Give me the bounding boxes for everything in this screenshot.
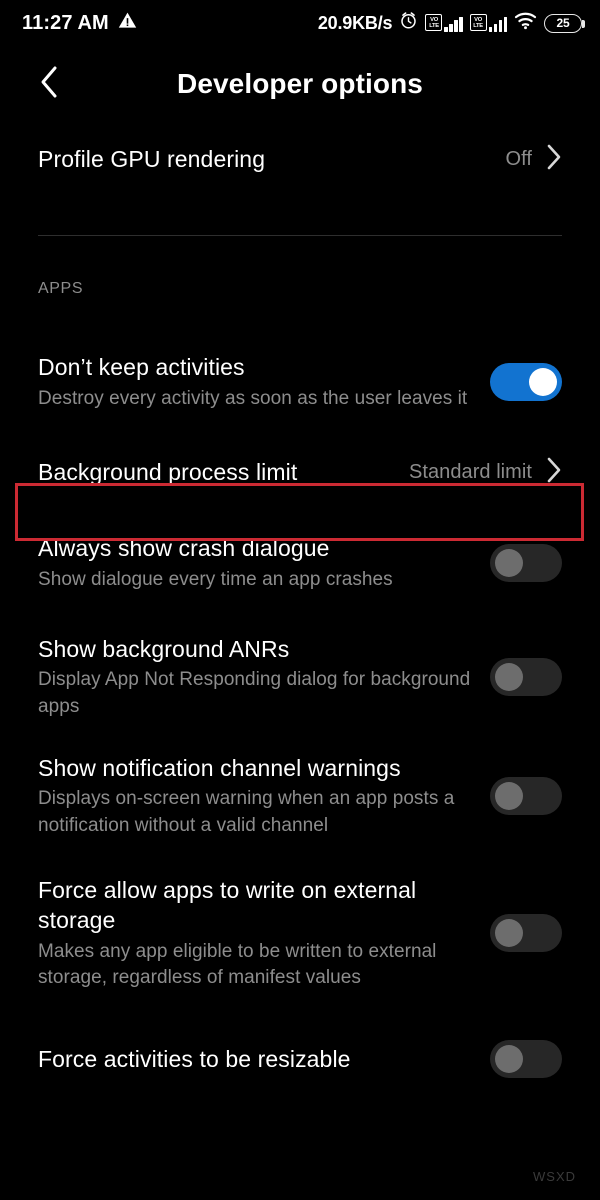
row-texts: Force activities to be resizable <box>38 1044 490 1074</box>
row-value: Standard limit <box>409 460 532 483</box>
status-bar: 11:27 AM 20.9KB/s VO LTE VO LTE 25 <box>0 0 600 46</box>
developer-options-screen: 11:27 AM 20.9KB/s VO LTE VO LTE 25 Devel… <box>0 0 600 1200</box>
signal-bars-sim1 <box>444 15 463 32</box>
toggle-knob <box>529 368 557 396</box>
toggle-show-background-anrs[interactable] <box>490 658 562 696</box>
toggle-force-allow-external-storage[interactable] <box>490 914 562 952</box>
row-texts: Background process limit <box>38 457 409 487</box>
row-texts: Always show crash dialogue Show dialogue… <box>38 533 490 593</box>
sim1-signal-indicator: VO LTE <box>425 14 463 32</box>
row-title: Force activities to be resizable <box>38 1045 351 1072</box>
settings-list: Profile GPU rendering Off APPS Don’t kee… <box>0 122 600 1089</box>
row-subtitle: Show dialogue every time an app crashes <box>38 568 393 590</box>
toggle-knob <box>495 782 523 810</box>
row-title: Force allow apps to write on external st… <box>38 876 417 934</box>
back-button[interactable] <box>28 62 72 106</box>
volte-badge-top: VO <box>429 16 438 23</box>
row-title: Background process limit <box>38 458 298 485</box>
row-subtitle: Makes any app eligible to be written to … <box>38 940 437 988</box>
battery-indicator: 25 <box>544 13 585 33</box>
row-always-show-crash-dialogue[interactable]: Always show crash dialogue Show dialogue… <box>0 526 600 600</box>
row-title: Show background ANRs <box>38 636 290 663</box>
sim2-signal-indicator: VO LTE <box>469 14 507 32</box>
status-bar-left: 11:27 AM <box>22 11 137 35</box>
row-dont-keep-activities[interactable]: Don’t keep activities Destroy every acti… <box>0 340 600 424</box>
row-texts: Force allow apps to write on external st… <box>38 875 490 991</box>
toggle-force-activities-resizable[interactable] <box>490 1040 562 1078</box>
row-title: Don’t keep activities <box>38 354 245 381</box>
volte-badge-bottom: LTE <box>473 22 483 29</box>
row-texts: Profile GPU rendering <box>38 144 506 174</box>
toggle-knob <box>495 549 523 577</box>
watermark: WSXD <box>533 1169 576 1184</box>
row-texts: Show background ANRs Display App Not Res… <box>38 634 490 720</box>
warning-triangle-icon <box>118 11 137 35</box>
toggle-dont-keep-activities[interactable] <box>490 363 562 401</box>
row-texts: Show notification channel warnings Displ… <box>38 753 490 839</box>
status-bar-right: 20.9KB/s VO LTE VO LTE 25 <box>317 11 585 35</box>
volte-badge-sim1: VO LTE <box>425 14 443 31</box>
row-background-process-limit[interactable]: Background process limit Standard limit <box>0 443 600 501</box>
row-subtitle: Destroy every activity as soon as the us… <box>38 387 468 409</box>
row-force-allow-external-storage[interactable]: Force allow apps to write on external st… <box>0 869 600 997</box>
toggle-knob <box>495 919 523 947</box>
row-value: Off <box>505 147 532 170</box>
row-right: Off <box>506 144 562 175</box>
row-title: Always show crash dialogue <box>38 535 330 562</box>
back-chevron-icon <box>38 65 62 104</box>
chevron-right-icon <box>546 144 562 175</box>
wifi-icon <box>514 11 537 35</box>
row-title: Profile GPU rendering <box>38 145 266 172</box>
row-title: Show notification channel warnings <box>38 755 401 782</box>
row-profile-gpu-rendering[interactable]: Profile GPU rendering Off <box>0 122 600 196</box>
volte-badge-top: VO <box>474 16 483 23</box>
toggle-knob <box>495 1045 523 1073</box>
row-texts: Don’t keep activities Destroy every acti… <box>38 352 490 412</box>
row-show-background-anrs[interactable]: Show background ANRs Display App Not Res… <box>0 631 600 723</box>
battery-level-text: 25 <box>556 16 570 30</box>
chevron-right-icon <box>546 457 562 488</box>
alarm-clock-icon <box>399 11 418 35</box>
row-force-activities-resizable[interactable]: Force activities to be resizable <box>0 1029 600 1089</box>
row-subtitle: Display App Not Responding dialog for ba… <box>38 669 471 717</box>
toggle-knob <box>495 663 523 691</box>
toggle-always-show-crash-dialogue[interactable] <box>490 544 562 582</box>
app-bar: Developer options <box>0 46 600 122</box>
page-title: Developer options <box>177 68 423 99</box>
volte-badge-sim2: VO LTE <box>469 14 487 31</box>
status-clock: 11:27 AM <box>22 12 109 34</box>
section-header-apps: APPS <box>38 280 84 297</box>
toggle-show-notification-channel-warnings[interactable] <box>490 777 562 815</box>
row-subtitle: Displays on-screen warning when an app p… <box>38 788 455 836</box>
row-show-notification-channel-warnings[interactable]: Show notification channel warnings Displ… <box>0 750 600 842</box>
volte-badge-bottom: LTE <box>429 22 439 29</box>
network-speed-indicator: 20.9KB/s <box>317 13 393 33</box>
row-right: Standard limit <box>409 457 562 488</box>
signal-bars-sim2 <box>488 15 507 32</box>
